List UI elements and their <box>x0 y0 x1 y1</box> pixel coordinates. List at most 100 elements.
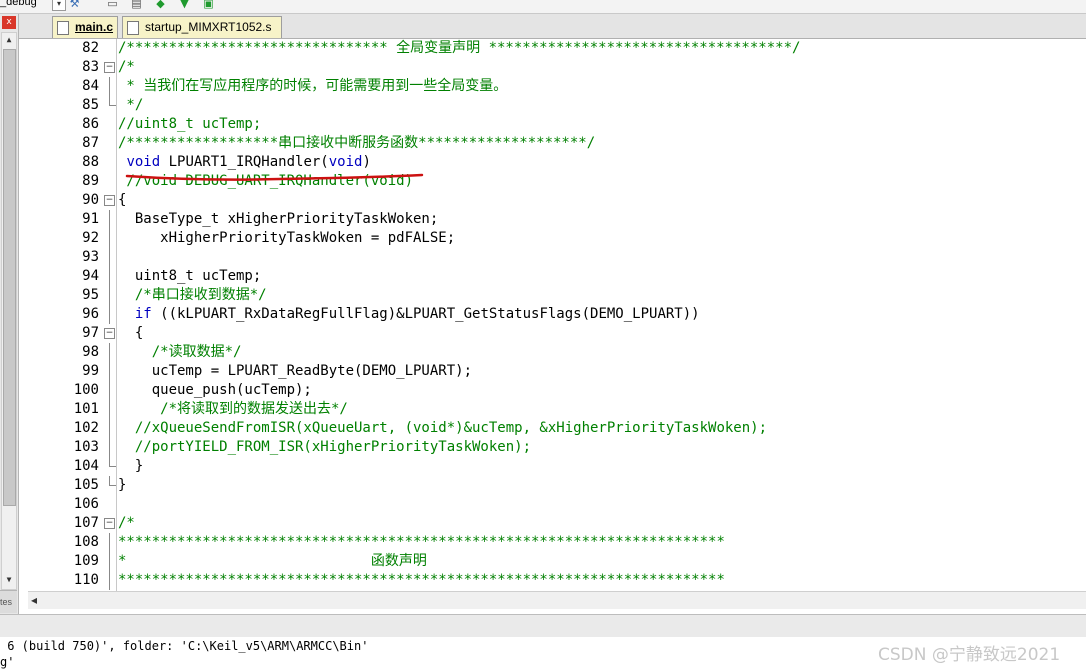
manage-icon[interactable]: ▣ <box>202 0 215 10</box>
code-token: uint8_t ucTemp; <box>118 268 262 284</box>
code-line[interactable]: 106 <box>28 495 1086 514</box>
code-line[interactable]: 107−/* <box>28 514 1086 533</box>
fold-toggle-icon[interactable]: − <box>104 328 115 339</box>
code-comment: //portYIELD_FROM_ISR(xHigherPriorityTask… <box>118 439 532 455</box>
code-line[interactable]: 82 /******************************* 全局变量声… <box>28 39 1086 58</box>
fold-guide <box>109 362 110 381</box>
code-line[interactable]: 110 *************************************… <box>28 571 1086 590</box>
code-line[interactable]: 85 */ <box>28 96 1086 115</box>
code-keyword: void <box>126 154 161 170</box>
tab-startup-s[interactable]: startup_MIMXRT1052.s <box>122 16 282 38</box>
toolbar: _debug ▾ ⚒ ▭ ▤ ◆ ▼ ▣ <box>0 0 1086 14</box>
code-line[interactable]: 99 ucTemp = LPUART_ReadByte(DEMO_LPUART)… <box>28 362 1086 381</box>
file-icon <box>127 21 139 35</box>
code-comment: */ <box>118 97 144 113</box>
code-line[interactable]: 94 uint8_t ucTemp; <box>28 267 1086 286</box>
code-line[interactable]: 84 * 当我们在写应用程序的时候，可能需要用到一些全局变量。 <box>28 77 1086 96</box>
close-icon[interactable]: x <box>2 16 16 29</box>
code-line[interactable]: 103 //portYIELD_FROM_ISR(xHigherPriority… <box>28 438 1086 457</box>
scroll-left-icon[interactable]: ◂ <box>31 593 37 607</box>
code-text: * 函数声明 <box>118 552 427 571</box>
code-area[interactable]: 82 /******************************* 全局变量声… <box>28 39 1086 591</box>
fold-guide <box>109 438 110 457</box>
build-target-icon[interactable]: ⚒ <box>68 0 81 10</box>
build-output-line: 6 (build 750)', folder: 'C:\Keil_v5\ARM\… <box>0 639 369 653</box>
new-file-icon[interactable]: ▭ <box>106 0 119 10</box>
line-number: 106 <box>73 496 99 512</box>
code-token: queue_push(ucTemp); <box>118 382 312 398</box>
fold-end-guide <box>109 96 116 106</box>
fold-end-guide <box>109 476 116 486</box>
code-text: { <box>118 324 143 343</box>
tab-main-c[interactable]: main.c <box>52 16 118 38</box>
options-icon[interactable]: ▼ <box>178 0 191 10</box>
code-line[interactable]: 104 } <box>28 457 1086 476</box>
code-line[interactable]: 96 if ((kLPUART_RxDataRegFullFlag)&LPUAR… <box>28 305 1086 324</box>
fold-guide <box>109 343 110 362</box>
code-line[interactable]: 97− { <box>28 324 1086 343</box>
scroll-up-icon[interactable]: ▲ <box>2 33 16 47</box>
scroll-down-icon[interactable]: ▼ <box>2 573 16 587</box>
dropdown-arrow-icon[interactable]: ▾ <box>52 0 66 11</box>
copy-icon[interactable]: ▤ <box>130 0 143 10</box>
code-comment: * 当我们在写应用程序的时候，可能需要用到一些全局变量。 <box>118 78 508 94</box>
code-line[interactable]: 91 BaseType_t xHigherPriorityTaskWoken; <box>28 210 1086 229</box>
code-line[interactable]: 90−{ <box>28 191 1086 210</box>
fold-guide <box>109 400 110 419</box>
code-text: queue_push(ucTemp); <box>118 381 312 400</box>
code-line[interactable]: 92 xHigherPriorityTaskWoken = pdFALSE; <box>28 229 1086 248</box>
line-number: 100 <box>73 382 99 398</box>
download-icon[interactable]: ◆ <box>154 0 167 10</box>
line-number: 90 <box>82 192 99 208</box>
code-line[interactable]: 102 //xQueueSendFromISR(xQueueUart, (voi… <box>28 419 1086 438</box>
code-line[interactable]: 100 queue_push(ucTemp); <box>28 381 1086 400</box>
code-text: } <box>118 457 143 476</box>
panel-splitter[interactable] <box>0 614 1086 638</box>
scrollbar-thumb[interactable] <box>3 49 16 506</box>
code-line[interactable]: 93 <box>28 248 1086 267</box>
fold-guide <box>109 210 110 229</box>
code-line[interactable]: 95 /*串口接收到数据*/ <box>28 286 1086 305</box>
line-number: 93 <box>82 249 99 265</box>
code-keyword: void <box>328 154 363 170</box>
code-line[interactable]: 88 void LPUART1_IRQHandler(void) <box>28 153 1086 172</box>
code-line[interactable]: 83−/* <box>28 58 1086 77</box>
code-line[interactable]: 101 /*将读取到的数据发送出去*/ <box>28 400 1086 419</box>
project-panel-scrollbar[interactable]: ▲ ▼ <box>1 32 17 590</box>
code-line[interactable]: 109 * 函数声明 <box>28 552 1086 571</box>
code-text: /* <box>118 58 135 77</box>
code-line[interactable]: 89 //void DEBUG_UART_IRQHandler(void) <box>28 172 1086 191</box>
code-comment: /*将读取到的数据发送出去*/ <box>118 401 348 417</box>
code-line[interactable]: 86 //uint8_t ucTemp; <box>28 115 1086 134</box>
project-panel-tab[interactable]: tes <box>0 590 17 613</box>
watermark: CSDN @宁静致远2021 <box>878 645 1061 665</box>
line-number: 91 <box>82 211 99 227</box>
code-line[interactable]: 98 /*读取数据*/ <box>28 343 1086 362</box>
code-comment: /* <box>118 59 135 75</box>
code-line[interactable]: 108 *************************************… <box>28 533 1086 552</box>
code-comment: //void DEBUG_UART_IRQHandler(void) <box>118 173 414 189</box>
line-number: 104 <box>73 458 99 474</box>
line-number: 107 <box>73 515 99 531</box>
code-text: /******************串口接收中断服务函数***********… <box>118 134 595 153</box>
code-text: ****************************************… <box>118 571 725 590</box>
fold-toggle-icon[interactable]: − <box>104 62 115 73</box>
line-number: 86 <box>82 116 99 132</box>
target-select[interactable]: _debug <box>0 0 37 11</box>
code-text: void LPUART1_IRQHandler(void) <box>118 153 370 172</box>
code-comment: /* <box>118 515 135 531</box>
code-line[interactable]: 105} <box>28 476 1086 495</box>
code-line[interactable]: 87 /******************串口接收中断服务函数*********… <box>28 134 1086 153</box>
fold-toggle-icon[interactable]: − <box>104 195 115 206</box>
code-text: /******************************* 全局变量声明 … <box>118 39 800 58</box>
code-text: /*串口接收到数据*/ <box>118 286 267 305</box>
code-token: { <box>118 325 144 341</box>
line-number: 110 <box>73 572 99 588</box>
line-number: 102 <box>73 420 99 436</box>
code-comment: /******************************* 全局变量声明 … <box>118 40 801 56</box>
horizontal-scrollbar[interactable]: ◂ <box>28 591 1086 609</box>
fold-toggle-icon[interactable]: − <box>104 518 115 529</box>
line-number: 88 <box>82 154 99 170</box>
line-number: 92 <box>82 230 99 246</box>
